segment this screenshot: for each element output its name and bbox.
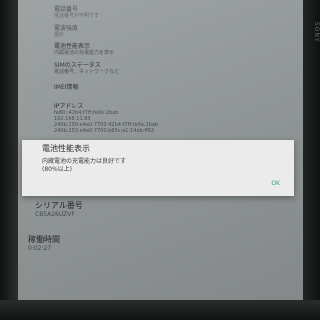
brand-logo: SONY [313,22,320,43]
dialog-title: 電池性能表示 [42,144,90,153]
dialog-message: 内蔵電池の充電能力は良好です (80%以上) [42,158,126,174]
device-bezel-bottom [0,300,320,320]
device-bezel-left [0,0,18,320]
battery-status-dialog: 電池性能表示 内蔵電池の充電能力は良好です (80%以上) OK [22,140,294,196]
device-bezel-right [303,0,320,300]
dialog-message-line: (80%以上) [42,166,73,173]
ok-button[interactable]: OK [271,180,280,188]
dialog-message-line: 内蔵電池の充電能力は良好です [42,158,127,165]
